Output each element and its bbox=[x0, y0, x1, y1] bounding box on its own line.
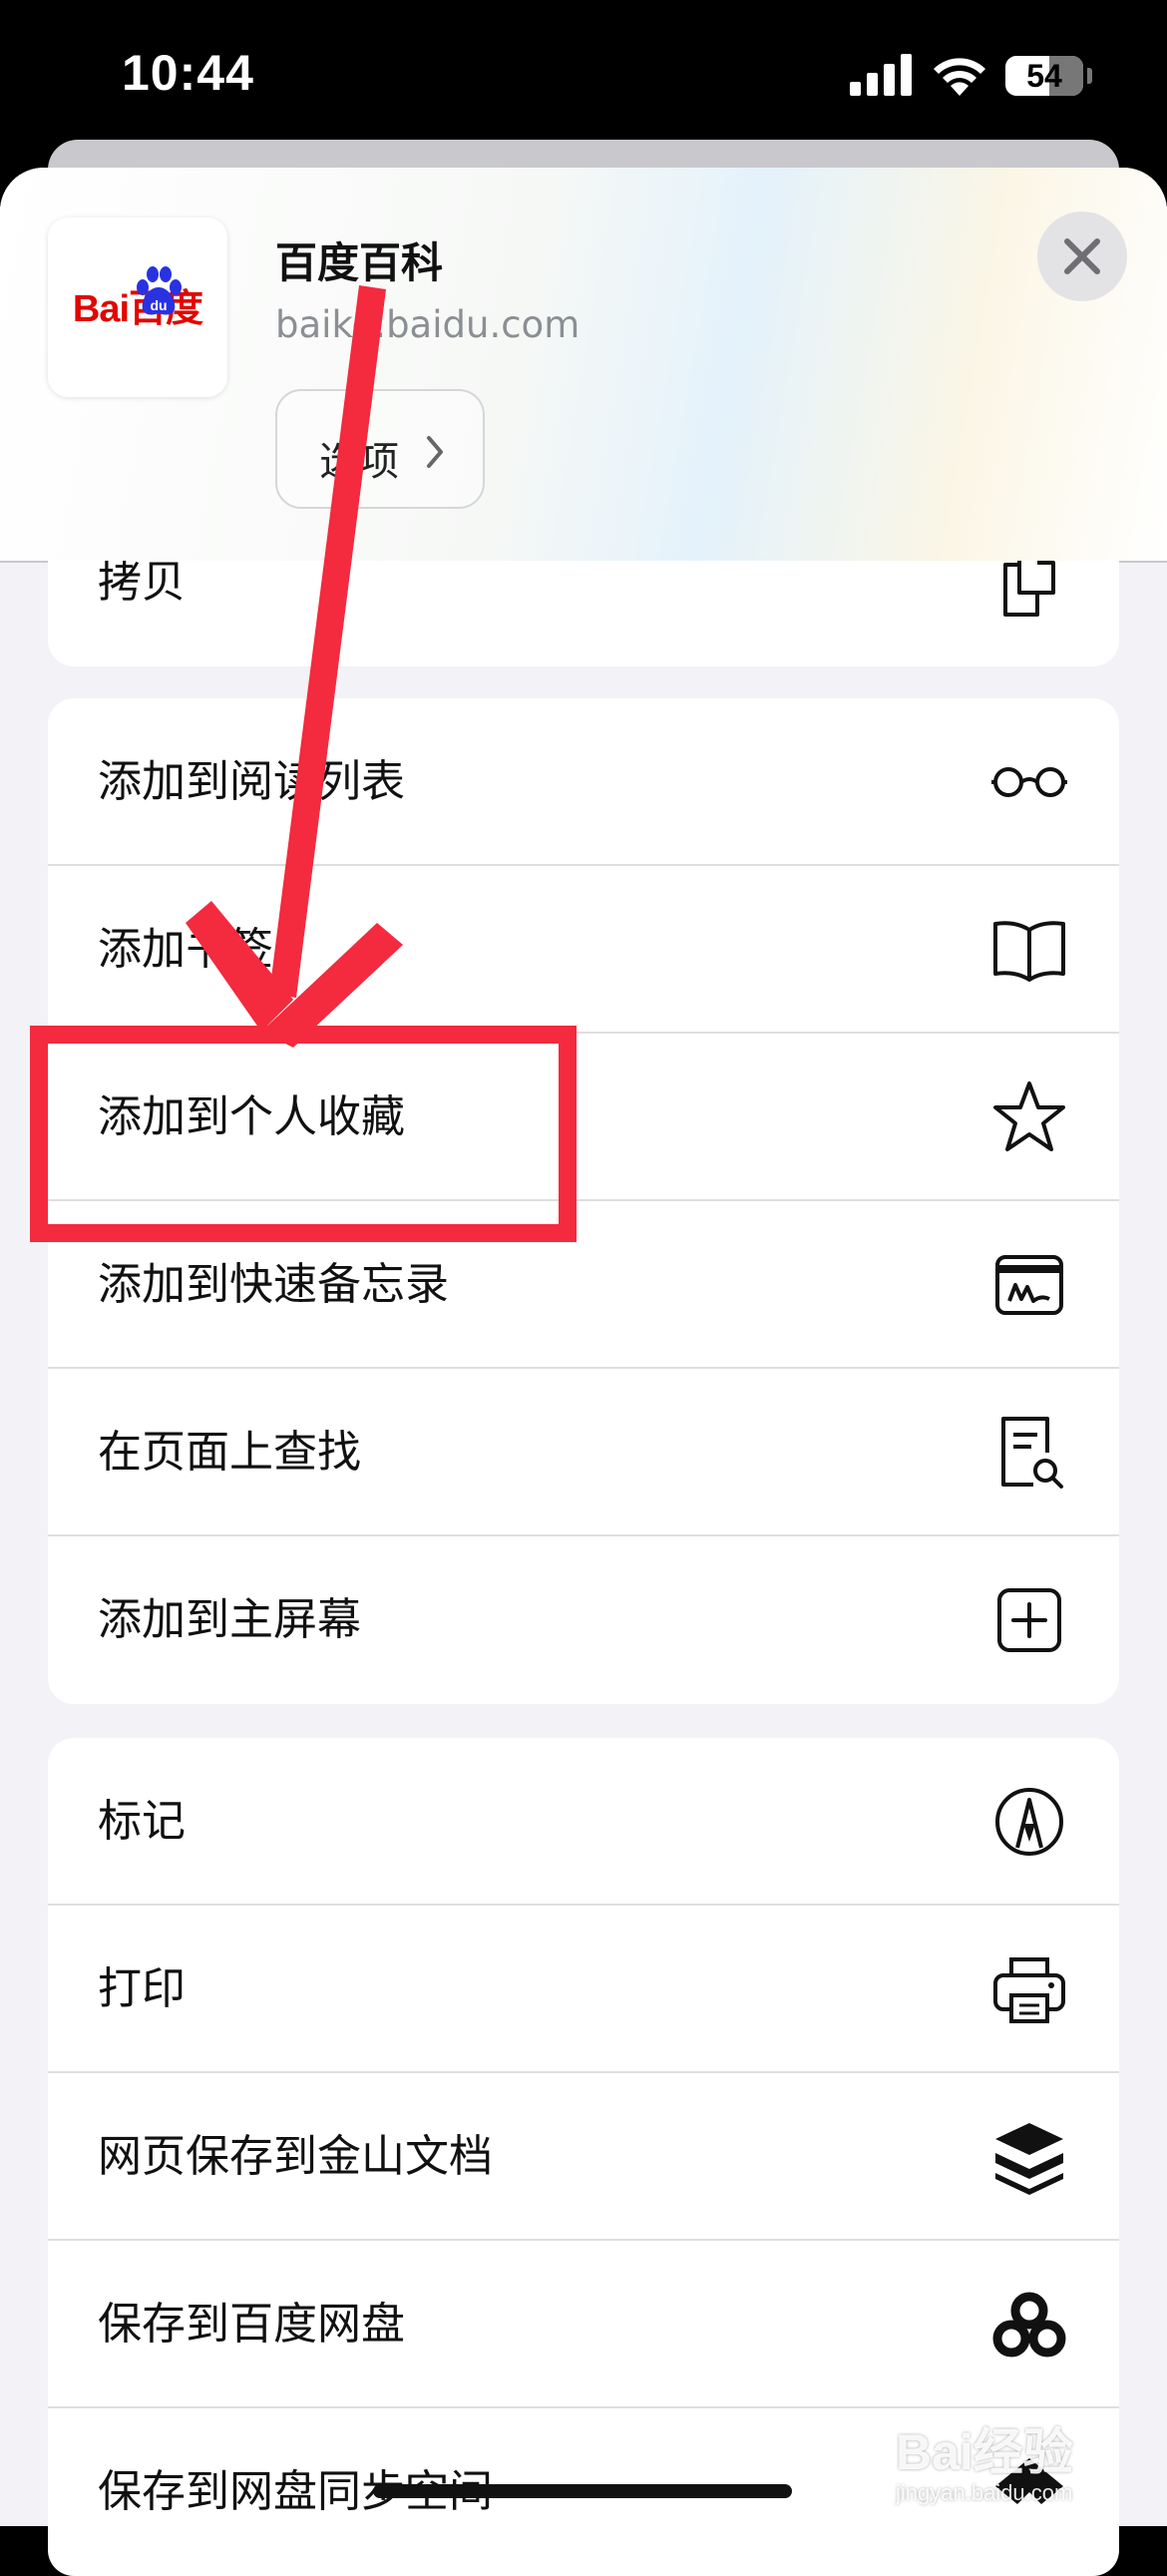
action-add-to-favorites[interactable]: 添加到个人收藏 bbox=[48, 1034, 1119, 1201]
options-label: 选项 bbox=[319, 439, 399, 485]
action-label: 添加到主屏幕 bbox=[98, 1594, 361, 1645]
quick-note-icon bbox=[995, 1255, 1063, 1315]
site-logo: Bai百度 du bbox=[48, 217, 227, 397]
printer-icon bbox=[993, 1957, 1065, 2023]
svg-text:du: du bbox=[150, 297, 167, 313]
find-on-page-icon bbox=[1001, 1417, 1063, 1489]
action-label: 网页保存到金山文档 bbox=[98, 2131, 493, 2182]
status-bar: 10:44 54 bbox=[0, 0, 1167, 150]
action-label: 标记 bbox=[98, 1796, 186, 1847]
glasses-icon bbox=[991, 767, 1067, 797]
status-time: 10:44 bbox=[122, 45, 254, 101]
add-square-icon bbox=[997, 1588, 1061, 1652]
action-label: 打印 bbox=[98, 1963, 186, 2014]
action-label: 添加到快速备忘录 bbox=[98, 1259, 449, 1310]
share-header-overlay: Bai百度 du 百度百科 baike.baidu.com 选项 bbox=[0, 168, 1167, 561]
action-print[interactable]: 打印 bbox=[48, 1906, 1119, 2073]
battery-level: 54 bbox=[1026, 58, 1062, 94]
battery-tip bbox=[1087, 68, 1092, 84]
close-button[interactable] bbox=[1037, 212, 1127, 301]
action-label: 保存到百度网盘 bbox=[98, 2299, 405, 2350]
action-label: 添加到阅读列表 bbox=[98, 756, 405, 807]
site-title: 百度百科 bbox=[275, 238, 444, 287]
action-group-page: 添加到阅读列表 添加书签 添加到个人收藏 添加到快速备忘录 在页面上查找 添加到… bbox=[48, 698, 1119, 1704]
action-label: 在页面上查找 bbox=[98, 1427, 361, 1478]
battery-icon: 54 bbox=[1005, 56, 1083, 96]
action-add-to-reading-list[interactable]: 添加到阅读列表 bbox=[48, 698, 1119, 866]
options-button[interactable]: 选项 bbox=[275, 389, 485, 509]
action-save-to-baidu-netdisk[interactable]: 保存到百度网盘 bbox=[48, 2241, 1119, 2408]
home-indicator[interactable] bbox=[373, 2484, 792, 2498]
action-add-to-home-screen[interactable]: 添加到主屏幕 bbox=[48, 1536, 1119, 1704]
action-find-on-page[interactable]: 在页面上查找 bbox=[48, 1369, 1119, 1536]
watermark-sub: jingyan.baidu.com bbox=[896, 2480, 1073, 2505]
baidu-paw-icon: du bbox=[137, 266, 182, 315]
book-icon bbox=[993, 921, 1065, 982]
markup-icon bbox=[995, 1788, 1063, 1856]
action-add-to-quick-note[interactable]: 添加到快速备忘录 bbox=[48, 1201, 1119, 1369]
wifi-icon bbox=[934, 58, 985, 96]
action-save-to-kingsoft-docs[interactable]: 网页保存到金山文档 bbox=[48, 2073, 1119, 2241]
chevron-right-icon bbox=[427, 436, 443, 468]
baidu-netdisk-icon bbox=[992, 2292, 1066, 2358]
share-sheet-header-front: Bai百度 du 百度百科 baike.baidu.com 选项 bbox=[0, 168, 1167, 561]
kingsoft-docs-icon bbox=[995, 2123, 1063, 2195]
action-markup[interactable]: 标记 bbox=[48, 1738, 1119, 1906]
watermark-text: Bai经验 bbox=[896, 2424, 1073, 2480]
site-url: baike.baidu.com bbox=[275, 303, 581, 346]
action-label: 添加到个人收藏 bbox=[98, 1091, 405, 1142]
close-icon bbox=[1064, 238, 1100, 274]
action-label: 添加书签 bbox=[98, 924, 273, 975]
star-icon bbox=[993, 1081, 1065, 1151]
watermark: Bai经验 jingyan.baidu.com bbox=[896, 2412, 1073, 2506]
action-add-bookmark[interactable]: 添加书签 bbox=[48, 866, 1119, 1034]
cellular-signal-icon bbox=[850, 54, 912, 96]
